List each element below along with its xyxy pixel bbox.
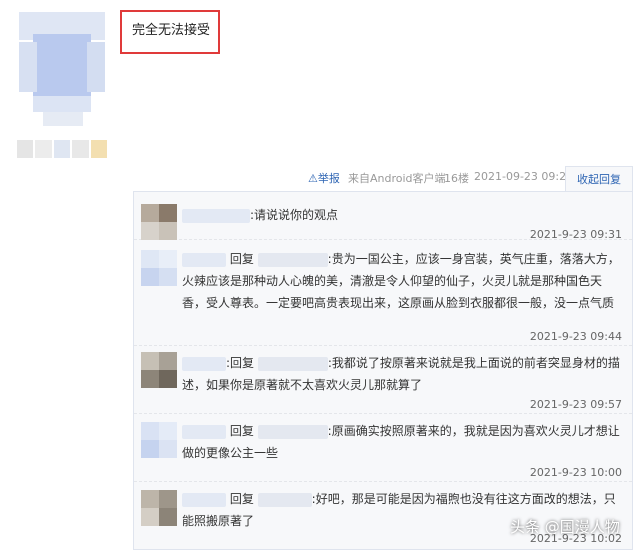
reply-text: 回复 :贵为一国公主，应该一身宫装，英气庄重，落落大方，火辣应该是那种动人心魄的… xyxy=(182,248,622,314)
collapse-replies-button[interactable]: 收起回复 xyxy=(565,166,633,192)
post-content: 完全无法接受 xyxy=(120,10,220,54)
avatar[interactable] xyxy=(141,250,177,286)
reply-target[interactable] xyxy=(257,356,328,371)
client-source: 来自Android客户端 xyxy=(348,172,446,185)
avatar[interactable] xyxy=(19,12,105,128)
reply-word: 回复 xyxy=(229,252,254,266)
reply-username[interactable] xyxy=(182,252,226,267)
reply-time: 2021-9-23 09:57 xyxy=(529,398,622,411)
list-item: 回复 :原画确实按照原著来的，我就是因为喜欢火灵儿才想让做的更像公主一些 202… xyxy=(134,414,632,482)
reply-word: 回复 xyxy=(229,492,254,506)
avatar[interactable] xyxy=(141,352,177,388)
reply-word: 回复 xyxy=(229,424,254,438)
reply-username[interactable] xyxy=(182,492,226,507)
reply-time: 2021-9-23 10:00 xyxy=(529,466,622,479)
list-item: :请说说你的观点 2021-9-23 09:31 xyxy=(134,192,632,241)
avatar[interactable] xyxy=(141,422,177,458)
reply-text: :请说说你的观点 xyxy=(182,204,622,226)
reply-username[interactable] xyxy=(182,424,226,439)
reply-username[interactable] xyxy=(182,356,226,371)
reply-text: 回复 :原画确实按照原著来的，我就是因为喜欢火灵儿才想让做的更像公主一些 xyxy=(182,420,622,464)
reply-text: :回复 :我都说了按原著来说就是我上面说的前者突显身材的描述，如果你是原著就不太… xyxy=(182,352,622,396)
post-date: 2021-09-23 09:22 xyxy=(474,170,574,183)
list-item: 回复 :贵为一国公主，应该一身宫装，英气庄重，落落大方，火辣应该是那种动人心魄的… xyxy=(134,240,632,346)
reply-list: :请说说你的观点 2021-9-23 09:31 回复 :贵为一国公主，应该一身… xyxy=(133,191,633,550)
avatar[interactable] xyxy=(141,490,177,526)
reply-body: :请说说你的观点 xyxy=(250,208,339,222)
reply-target[interactable] xyxy=(257,424,328,439)
list-item: :回复 :我都说了按原著来说就是我上面说的前者突显身材的描述，如果你是原著就不太… xyxy=(134,346,632,414)
avatar[interactable] xyxy=(141,204,177,240)
reply-username[interactable] xyxy=(182,208,250,223)
report-link[interactable]: ⚠举报 xyxy=(308,170,340,186)
floor-number: 16楼 xyxy=(444,172,469,185)
reply-word: 回复 xyxy=(230,356,255,370)
reply-target[interactable] xyxy=(257,492,312,507)
watermark: 头条 @国漫人物 xyxy=(510,518,620,536)
reply-time: 2021-9-23 09:44 xyxy=(529,330,622,343)
username-blurred[interactable] xyxy=(17,140,108,158)
reply-target[interactable] xyxy=(257,252,328,267)
